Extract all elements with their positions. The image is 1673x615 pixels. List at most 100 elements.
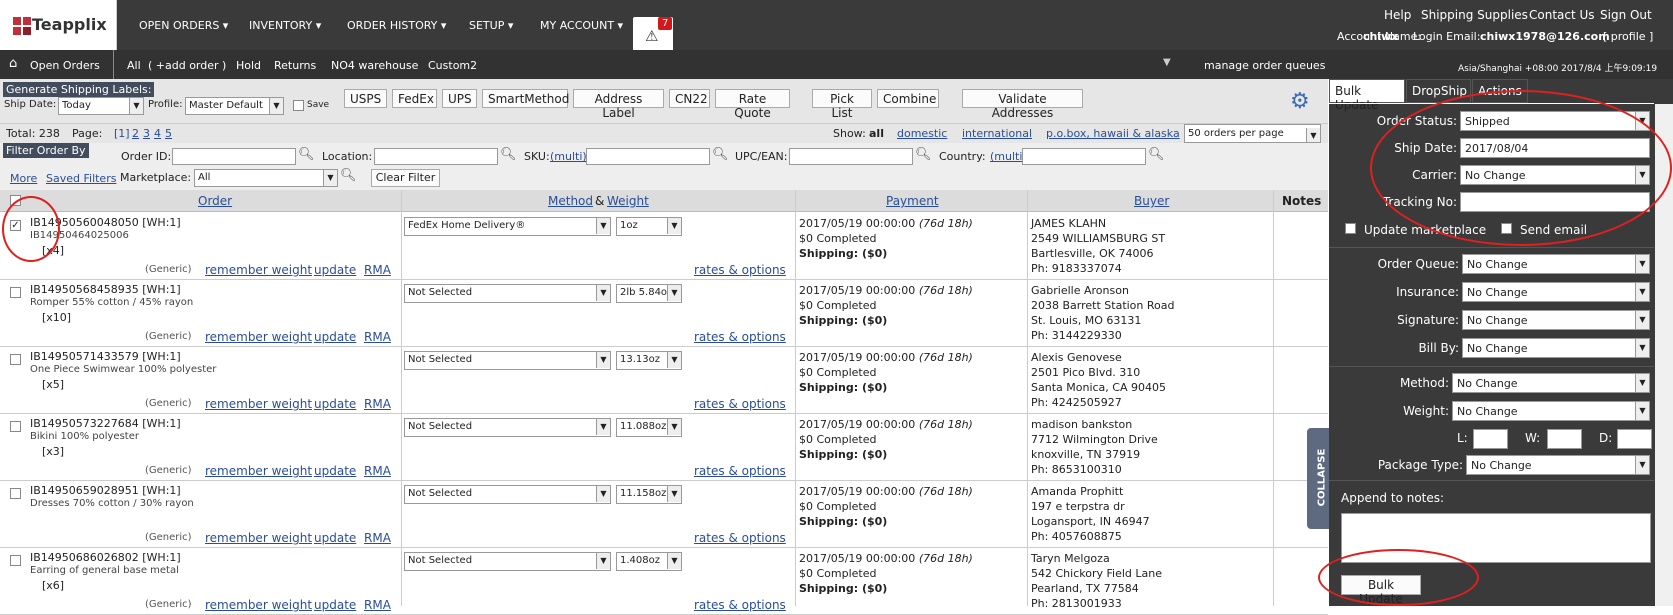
contact-link[interactable]: Contact Us	[1529, 8, 1595, 22]
row-checkbox[interactable]	[10, 488, 21, 499]
update-marketplace-checkbox[interactable]	[1345, 223, 1356, 234]
update-link[interactable]: update	[314, 531, 356, 545]
help-link[interactable]: Help	[1384, 8, 1411, 22]
row-checkbox[interactable]	[10, 354, 21, 365]
per-page-select[interactable]: 50 orders per page ▼	[1184, 124, 1321, 143]
order-id[interactable]: IB14950571433579 [WH:1]	[30, 350, 181, 363]
queue-returns[interactable]: Returns	[274, 59, 316, 72]
profile-select[interactable]: Master Default ▼	[185, 97, 284, 115]
row-checkbox[interactable]	[10, 555, 21, 566]
ups-button[interactable]: UPS	[442, 89, 477, 108]
queue-all[interactable]: All	[127, 59, 141, 72]
queue-custom2[interactable]: Custom2	[428, 59, 477, 72]
order-queue-select[interactable]: No Change ▼	[1462, 254, 1650, 274]
update-link[interactable]: update	[314, 263, 356, 277]
rma-link[interactable]: RMA	[364, 397, 391, 411]
marketplace-select[interactable]: All ▼	[194, 169, 338, 187]
weight-select[interactable]: No Change ▼	[1452, 401, 1650, 421]
nav-my-account[interactable]: MY ACCOUNT ▾	[540, 19, 623, 32]
search-icon[interactable]: 🔍︎	[1148, 147, 1165, 162]
bill-by-select[interactable]: No Change ▼	[1462, 338, 1650, 358]
rate-quote-button[interactable]: Rate Quote	[715, 89, 790, 120]
row-checkbox[interactable]	[10, 421, 21, 432]
fedex-button[interactable]: FedEx	[392, 89, 437, 108]
nav-open-orders[interactable]: OPEN ORDERS ▾	[139, 19, 228, 32]
tab-bulk-update[interactable]: Bulk Update	[1329, 79, 1405, 112]
sku-input[interactable]	[586, 148, 710, 165]
order-id[interactable]: IB14950659028951 [WH:1]	[30, 484, 181, 497]
more-filters-link[interactable]: More	[10, 172, 37, 185]
rma-link[interactable]: RMA	[364, 531, 391, 545]
row-checkbox[interactable]	[10, 287, 21, 298]
rma-link[interactable]: RMA	[364, 464, 391, 478]
order-column-header[interactable]: Order	[198, 194, 232, 208]
shipping-supplies-link[interactable]: Shipping Supplies	[1421, 8, 1528, 22]
method-select[interactable]: Not Selected ▼	[404, 485, 611, 504]
queue-no4-warehouse[interactable]: NO4 warehouse	[331, 59, 418, 72]
nav-inventory[interactable]: INVENTORY ▾	[249, 19, 321, 32]
alerts-button[interactable]: ⚠ 7	[633, 17, 673, 50]
show-international[interactable]: international	[962, 127, 1032, 140]
remember-weight-link[interactable]: remember weight	[205, 397, 312, 411]
location-input[interactable]	[374, 148, 498, 165]
method-column-header[interactable]: Method	[548, 194, 593, 208]
search-icon[interactable]: 🔍︎	[915, 147, 932, 162]
method-select[interactable]: FedEx Home Delivery® ▼	[404, 217, 611, 236]
search-icon[interactable]: 🔍︎	[712, 147, 729, 162]
usps-button[interactable]: USPS	[344, 89, 387, 108]
remember-weight-link[interactable]: remember weight	[205, 263, 312, 277]
home-icon[interactable]: ⌂	[9, 56, 17, 71]
page-2[interactable]: 2	[132, 127, 139, 140]
collapse-panel-button[interactable]: COLLAPSE	[1307, 428, 1329, 529]
logo[interactable]: Teapplix	[0, 0, 117, 50]
rma-link[interactable]: RMA	[364, 263, 391, 277]
address-label-button[interactable]: Address Label	[573, 89, 664, 120]
remember-weight-link[interactable]: remember weight	[205, 464, 312, 478]
cn22-button[interactable]: CN22	[669, 89, 710, 108]
page-5[interactable]: 5	[165, 127, 172, 140]
queue-dropdown-icon[interactable]: ▼	[1163, 57, 1171, 68]
order-id[interactable]: IB14950568458935 [WH:1]	[30, 283, 181, 296]
method-select[interactable]: Not Selected ▼	[404, 552, 611, 571]
payment-column-header[interactable]: Payment	[886, 194, 939, 208]
sku-multi-link[interactable]: (multi)	[550, 150, 587, 163]
signature-select[interactable]: No Change ▼	[1462, 310, 1650, 330]
validate-addresses-button[interactable]: Validate Addresses	[962, 89, 1083, 120]
weight-column-header[interactable]: Weight	[607, 194, 649, 208]
show-domestic[interactable]: domestic	[897, 127, 947, 140]
add-order-link[interactable]: ( +add order )	[148, 59, 226, 72]
show-all[interactable]: all	[869, 127, 884, 140]
rates-options-link[interactable]: rates & options	[694, 330, 786, 344]
remember-weight-link[interactable]: remember weight	[205, 330, 312, 344]
weight-select[interactable]: 11.158oz ▼	[616, 485, 682, 504]
method-select[interactable]: Not Selected ▼	[404, 351, 611, 370]
update-link[interactable]: update	[314, 598, 356, 612]
weight-select[interactable]: 13.13oz ▼	[616, 351, 682, 370]
clear-filter-button[interactable]: Clear Filter	[371, 169, 440, 187]
gear-icon[interactable]: ⚙	[1290, 89, 1310, 114]
rates-options-link[interactable]: rates & options	[694, 263, 786, 277]
method-select[interactable]: Not Selected ▼	[404, 284, 611, 303]
weight-select[interactable]: 11.088oz ▼	[616, 418, 682, 437]
ship-date-select[interactable]: Today ▼	[58, 97, 144, 115]
nav-setup[interactable]: SETUP ▾	[469, 19, 513, 32]
order-id[interactable]: IB14950686026802 [WH:1]	[30, 551, 181, 564]
update-link[interactable]: update	[314, 397, 356, 411]
remember-weight-link[interactable]: remember weight	[205, 531, 312, 545]
weight-select[interactable]: 1oz ▼	[616, 217, 682, 236]
page-4[interactable]: 4	[154, 127, 161, 140]
nav-order-history[interactable]: ORDER HISTORY ▾	[347, 19, 446, 32]
open-orders-crumb[interactable]: Open Orders	[30, 59, 100, 72]
show-pobox[interactable]: p.o.box, hawaii & alaska	[1046, 127, 1180, 140]
search-icon[interactable]: 🔍︎	[298, 147, 315, 162]
smartmethod-button[interactable]: SmartMethod	[482, 89, 569, 108]
remember-weight-link[interactable]: remember weight	[205, 598, 312, 612]
pick-list-button[interactable]: Pick List	[812, 89, 872, 120]
order-id-input[interactable]	[172, 148, 296, 165]
width-input[interactable]	[1547, 429, 1582, 449]
queue-hold[interactable]: Hold	[236, 59, 261, 72]
weight-select[interactable]: 1.408oz ▼	[616, 552, 682, 571]
country-input[interactable]	[1022, 148, 1146, 165]
combine-button[interactable]: Combine	[877, 89, 939, 108]
profile-link[interactable]: [ profile ]	[1603, 30, 1653, 43]
